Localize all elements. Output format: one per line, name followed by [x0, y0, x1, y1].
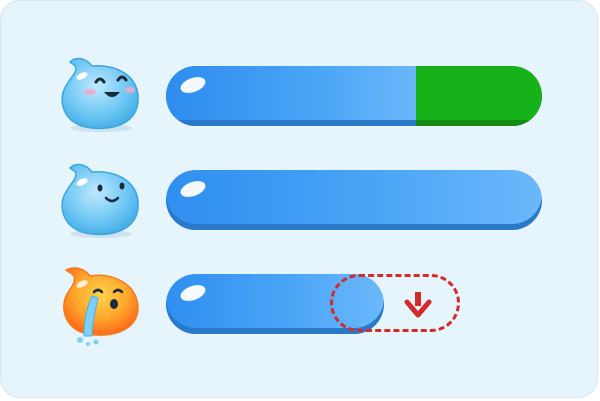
progress-fill-green: [416, 66, 542, 126]
bar-gloss-highlight: [178, 177, 208, 201]
bar-gloss-highlight: [178, 281, 208, 305]
missing-progress-slot: [330, 274, 460, 332]
progress-bar-neutral: [166, 170, 542, 230]
progress-bar-happy: [166, 66, 542, 126]
progress-fill-blue: [166, 66, 416, 126]
smiling-blue-slime-icon: [61, 163, 139, 236]
crying-orange-slime-icon: [63, 267, 139, 346]
down-arrow-icon: [404, 292, 432, 318]
happy-blue-slime-icon: [61, 57, 139, 130]
